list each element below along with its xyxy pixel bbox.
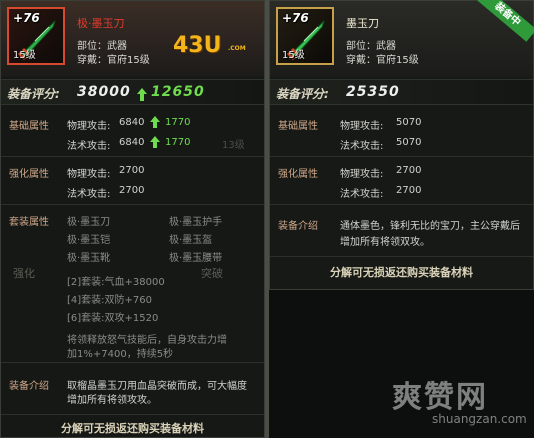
score-row: 装备评分: 38000 12650 — [1, 79, 264, 105]
equipped-item-tooltip: +76 15级 墨玉刀 部位：武器 穿戴：官府15级 装备中 装备评分: 253… — [269, 0, 534, 290]
enhance-level: +76 — [13, 11, 40, 25]
stat-value: 6840 — [119, 117, 145, 128]
section-title: 基础属性 — [9, 121, 49, 132]
set-bonus: [6]套装:双攻+1520 — [67, 313, 159, 324]
item-icon-slot[interactable]: +76 15级 — [7, 7, 65, 65]
section-title: 强化属性 — [9, 169, 49, 180]
ghost-breakthrough: 突破 — [201, 267, 223, 280]
watermark-url: shuangzan.com — [432, 412, 527, 426]
section-title: 套装属性 — [9, 217, 49, 228]
intro-text: 取榴晶墨玉刀用血晶突破而成，可大幅度 — [67, 381, 247, 392]
ghost-strengthen: 强化 — [13, 267, 35, 280]
set-effect-desc: 将领释放怒气技能后，自身攻击力增 — [67, 335, 227, 346]
site-logo: 43U — [173, 33, 222, 58]
stat-value: 5070 — [396, 117, 422, 128]
stat-label: 法术攻击: — [67, 189, 111, 200]
site-logo-suffix: .COM — [228, 45, 246, 52]
item-header: +76 15级 极·墨玉刀 部位：武器 穿戴：官府15级 43U .COM — [1, 1, 264, 77]
stat-value: 2700 — [119, 165, 145, 176]
item-level: 15级 — [13, 50, 36, 61]
set-piece: 极·墨玉腰带 — [169, 253, 223, 264]
decompose-hint: 分解可无损返还购买装备材料 — [330, 266, 473, 279]
section-title: 装备介绍 — [278, 221, 318, 232]
stat-value: 2700 — [119, 185, 145, 196]
item-slot: 部位：武器 — [346, 41, 396, 52]
compare-item-tooltip: +76 15级 极·墨玉刀 部位：武器 穿戴：官府15级 43U .COM 装备… — [0, 0, 265, 438]
enhance-attributes: 强化属性 物理攻击: 2700 法术攻击: 2700 — [270, 159, 533, 205]
item-requirement: 穿戴：官府15级 — [77, 55, 150, 66]
stat-label: 物理攻击: — [340, 169, 384, 180]
stat-value: 6840 — [119, 137, 145, 148]
item-introduction: 装备介绍 取榴晶墨玉刀用血晶突破而成，可大幅度 增加所有将领攻攻。 — [1, 365, 264, 415]
item-requirement: 穿戴：官府15级 — [346, 55, 419, 66]
stat-value: 2700 — [396, 165, 422, 176]
enhance-level: +76 — [282, 11, 309, 25]
ghost-level: 13级 — [222, 140, 245, 151]
stat-label: 物理攻击: — [67, 169, 111, 180]
stat-label: 物理攻击: — [340, 121, 384, 132]
score-label: 装备评分: — [7, 87, 60, 101]
score-increase: 12650 — [151, 84, 205, 100]
item-name: 极·墨玉刀 — [77, 17, 125, 30]
set-effect-desc: 加1%+7400，持续5秒 — [67, 349, 174, 360]
set-piece: 极·墨玉铠 — [67, 235, 111, 246]
stat-label: 法术攻击: — [340, 141, 384, 152]
set-attributes: 套装属性 极·墨玉刀 极·墨玉铠 极·墨玉靴 极·墨玉护手 极·墨玉盔 极·墨玉… — [1, 207, 264, 363]
stat-bonus: 1770 — [165, 117, 191, 128]
stat-value: 2700 — [396, 185, 422, 196]
score-label: 装备评分: — [276, 87, 329, 101]
item-name: 墨玉刀 — [346, 17, 379, 30]
decompose-hint: 分解可无损返还购买装备材料 — [61, 422, 204, 435]
item-icon-slot[interactable]: +76 15级 — [276, 7, 334, 65]
item-header: +76 15级 墨玉刀 部位：武器 穿戴：官府15级 装备中 — [270, 0, 534, 77]
basic-attributes: 基础属性 物理攻击: 5070 法术攻击: 5070 — [270, 107, 533, 157]
set-piece: 极·墨玉盔 — [169, 235, 213, 246]
score-row: 装备评分: 25350 — [270, 79, 533, 105]
intro-text: 通体墨色，锋利无比的宝刀，主公穿戴后 — [340, 221, 520, 232]
section-title: 强化属性 — [278, 169, 318, 180]
site-watermark: 爽赞网 shuangzan.com — [392, 372, 527, 426]
set-bonus: [2]套装:气血+38000 — [67, 277, 165, 288]
enhance-attributes: 强化属性 物理攻击: 2700 法术攻击: 2700 — [1, 159, 264, 205]
stat-label: 物理攻击: — [67, 121, 111, 132]
score-value: 38000 — [77, 84, 131, 100]
stat-label: 法术攻击: — [67, 141, 111, 152]
score-value: 25350 — [346, 84, 400, 100]
set-piece: 极·墨玉护手 — [169, 217, 223, 228]
intro-text: 增加所有将领双攻。 — [340, 237, 430, 248]
intro-text: 增加所有将领攻攻。 — [67, 395, 157, 406]
equipped-badge: 装备中 — [477, 0, 534, 42]
stat-label: 法术攻击: — [340, 189, 384, 200]
section-title: 基础属性 — [278, 121, 318, 132]
item-slot: 部位：武器 — [77, 41, 127, 52]
section-title: 装备介绍 — [9, 381, 49, 392]
stat-bonus: 1770 — [165, 137, 191, 148]
set-piece: 极·墨玉靴 — [67, 253, 111, 264]
stat-value: 5070 — [396, 137, 422, 148]
item-level: 15级 — [282, 50, 305, 61]
watermark-logo: 爽赞网 — [392, 380, 488, 415]
item-introduction: 装备介绍 通体墨色，锋利无比的宝刀，主公穿戴后 增加所有将领双攻。 — [270, 207, 533, 257]
set-piece: 极·墨玉刀 — [67, 217, 111, 228]
set-bonus: [4]套装:双防+760 — [67, 295, 152, 306]
